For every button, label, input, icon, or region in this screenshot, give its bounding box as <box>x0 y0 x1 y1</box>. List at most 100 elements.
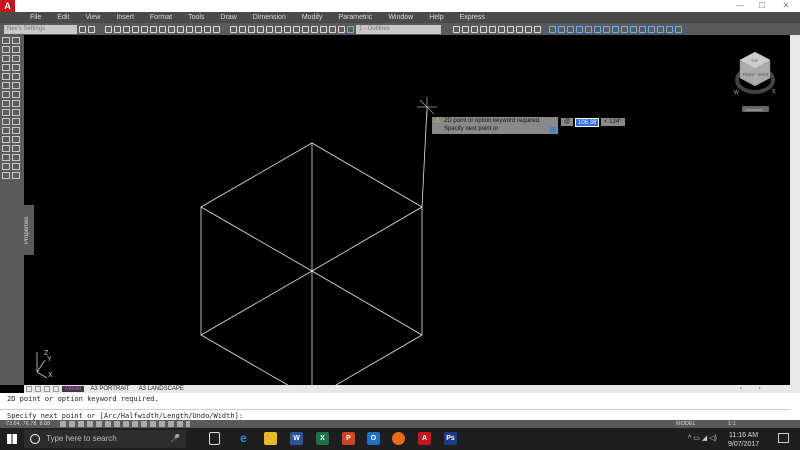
print-icon[interactable] <box>141 25 148 33</box>
view-icon[interactable] <box>648 25 655 33</box>
options-arrow-icon[interactable] <box>550 127 556 133</box>
array-icon[interactable] <box>12 73 20 80</box>
maximize-button[interactable]: ☐ <box>752 0 772 12</box>
explode-icon[interactable] <box>12 163 20 170</box>
firefox-icon[interactable] <box>392 432 405 445</box>
stretch-icon[interactable] <box>12 100 20 107</box>
trim-icon[interactable] <box>12 109 20 116</box>
file-explorer-icon[interactable] <box>264 432 277 445</box>
view-icon[interactable] <box>675 25 682 33</box>
windows-start-icon[interactable] <box>7 434 17 444</box>
excel-icon[interactable]: X <box>316 432 329 445</box>
dimension-icon[interactable] <box>453 25 460 33</box>
menu-modify[interactable]: Modify <box>294 12 331 23</box>
layer-icon[interactable] <box>248 25 255 33</box>
properties-palette-tab[interactable]: Properties <box>24 205 34 255</box>
dimension-icon[interactable] <box>480 25 487 33</box>
preview-icon[interactable] <box>150 25 157 33</box>
layer-icon[interactable] <box>239 25 246 33</box>
dimension-icon[interactable] <box>534 25 541 33</box>
layer-color-icon[interactable] <box>347 25 354 33</box>
layer-manager-icon[interactable] <box>230 25 237 33</box>
text-icon[interactable] <box>2 172 10 179</box>
menu-file[interactable]: File <box>22 12 49 23</box>
rotate-icon[interactable] <box>12 82 20 89</box>
layer-state-icon[interactable] <box>329 25 336 33</box>
drafting-toggles[interactable] <box>60 421 190 427</box>
next-tab-button[interactable] <box>44 386 50 392</box>
line-icon[interactable] <box>2 37 10 44</box>
copy-icon[interactable] <box>12 46 20 53</box>
dimension-icon[interactable] <box>498 25 505 33</box>
offset-icon[interactable] <box>12 64 20 71</box>
taskbar-search[interactable]: Type here to search 🎤 <box>24 430 186 448</box>
menu-view[interactable]: View <box>77 12 108 23</box>
layer-icon[interactable] <box>284 25 291 33</box>
dimension-icon[interactable] <box>462 25 469 33</box>
workspace-select[interactable]: Nev's Settings <box>4 24 77 34</box>
notifications-icon[interactable] <box>778 433 789 443</box>
polyline-icon[interactable] <box>2 46 10 53</box>
annotation-scale[interactable]: 1:1 <box>728 420 736 428</box>
saveas-icon[interactable] <box>132 25 139 33</box>
break-icon[interactable] <box>12 127 20 134</box>
save-icon[interactable] <box>123 25 130 33</box>
view-icon[interactable] <box>585 25 592 33</box>
lock-icon[interactable] <box>88 25 95 33</box>
powerpoint-icon[interactable]: P <box>342 432 355 445</box>
menu-format[interactable]: Format <box>142 12 180 23</box>
undo-icon[interactable] <box>177 25 184 33</box>
layer-icon[interactable] <box>266 25 273 33</box>
horizontal-scrollbar[interactable]: ‹ › <box>740 386 800 392</box>
menu-edit[interactable]: Edit <box>49 12 77 23</box>
view-icon[interactable] <box>567 25 574 33</box>
menu-insert[interactable]: Insert <box>108 12 142 23</box>
view-icon[interactable] <box>630 25 637 33</box>
drawing-canvas[interactable]: Z Y X TOP FRONT RIGHT W S Unnamed <box>34 35 790 385</box>
rectangle-icon[interactable] <box>2 64 10 71</box>
view-icon[interactable] <box>558 25 565 33</box>
command-line-input[interactable]: Specify next point or [Arc/Halfwidth/Len… <box>0 409 790 420</box>
extend-icon[interactable] <box>12 118 20 125</box>
photoshop-icon[interactable]: Ps <box>444 432 457 445</box>
menu-tools[interactable]: Tools <box>180 12 212 23</box>
dimension-icon[interactable] <box>507 25 514 33</box>
tab-model[interactable]: Model <box>62 386 85 392</box>
help-icon[interactable] <box>213 25 220 33</box>
view-icon[interactable] <box>657 25 664 33</box>
gradient-icon[interactable] <box>2 145 10 152</box>
visual-icon[interactable] <box>320 25 327 33</box>
chamfer-icon[interactable] <box>12 145 20 152</box>
menu-help[interactable]: Help <box>421 12 451 23</box>
wcs-menu[interactable]: Unnamed <box>745 107 762 112</box>
first-tab-button[interactable] <box>26 386 32 392</box>
edge-icon[interactable]: e <box>237 432 250 445</box>
dimension-icon[interactable] <box>489 25 496 33</box>
table-icon[interactable] <box>2 163 10 170</box>
region-icon[interactable] <box>2 154 10 161</box>
block-icon[interactable] <box>2 118 10 125</box>
visual-icon[interactable] <box>302 25 309 33</box>
publish-icon[interactable] <box>159 25 166 33</box>
settings-icon[interactable] <box>79 25 86 33</box>
view-icon[interactable] <box>603 25 610 33</box>
word-icon[interactable]: W <box>290 432 303 445</box>
view-icon[interactable] <box>666 25 673 33</box>
minimize-button[interactable]: — <box>730 0 750 12</box>
join-icon[interactable] <box>12 136 20 143</box>
tab-a3-portrait[interactable]: A3 PORTRAIT <box>87 386 132 392</box>
menu-parametric[interactable]: Parametric <box>330 12 380 23</box>
scale-icon[interactable] <box>12 91 20 98</box>
view-icon[interactable] <box>612 25 619 33</box>
new-icon[interactable] <box>105 25 112 33</box>
outlook-icon[interactable]: O <box>367 432 380 445</box>
revcloud-icon[interactable] <box>2 91 10 98</box>
fillet-icon[interactable] <box>12 154 20 161</box>
match-icon[interactable] <box>168 25 175 33</box>
redo-icon[interactable] <box>186 25 193 33</box>
arc-icon[interactable] <box>2 73 10 80</box>
dimension-icon[interactable] <box>471 25 478 33</box>
ellipse-icon[interactable] <box>2 109 10 116</box>
zoom-icon[interactable] <box>195 25 202 33</box>
taskbar-clock[interactable]: 11:16 AM 9/07/2017 <box>728 431 759 449</box>
